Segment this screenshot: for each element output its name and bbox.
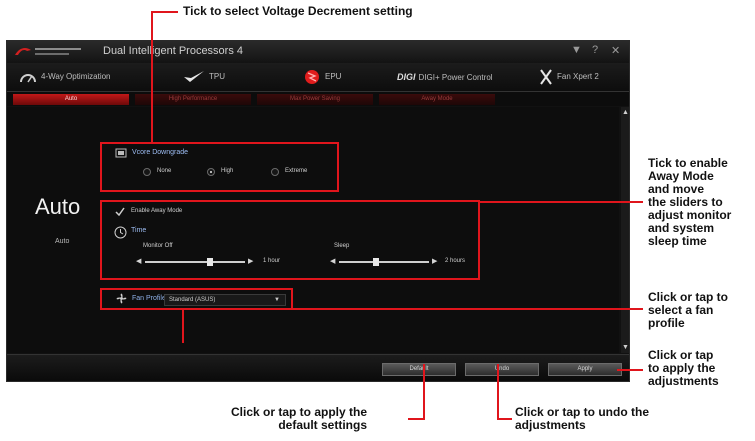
module-label: Fan Xpert 2	[557, 72, 599, 81]
undo-button[interactable]: Undo	[465, 363, 539, 376]
subtab-bar: Auto High Performance Max Power Saving A…	[7, 92, 629, 106]
digi-logo-icon: DIGI	[397, 72, 416, 82]
close-icon[interactable]: ✕	[611, 44, 620, 57]
apply-button[interactable]: Apply	[548, 363, 622, 376]
tab-away-mode[interactable]: Away Mode	[379, 94, 495, 105]
tab-max-power-saving[interactable]: Max Power Saving	[257, 94, 373, 105]
callout-line: default settings	[278, 418, 368, 432]
epu-icon	[305, 70, 319, 84]
checkmark-wing-icon	[184, 71, 204, 82]
callout-line: sleep time	[648, 234, 707, 248]
rog-logo-icon	[15, 47, 81, 55]
scroll-down-icon[interactable]: ▼	[622, 344, 629, 351]
scrollbar[interactable]: ▲ ▼	[621, 107, 629, 353]
highlight-vcore	[100, 142, 339, 192]
fan-x-icon	[540, 69, 552, 85]
module-label: 4-Way Optimization	[41, 72, 111, 81]
highlight-away-mode	[100, 200, 480, 280]
leader-apply-h	[617, 369, 643, 371]
mode-caption: Auto	[55, 238, 70, 245]
module-digi-power-control[interactable]: DIGI DIGI+ Power Control	[397, 68, 493, 86]
leader-fan-v	[182, 309, 184, 343]
callout-line: adjustments	[648, 374, 719, 388]
bottom-bar: Default Undo Apply	[7, 354, 629, 381]
callout-voltage: Tick to select Voltage Decrement setting	[183, 4, 413, 18]
leader-undo-h	[497, 418, 512, 420]
leader-voltage-v	[151, 11, 153, 142]
callout-line: adjustments	[515, 418, 586, 432]
leader-voltage-h	[151, 11, 178, 13]
title-bar: Dual Intelligent Processors 4 ▼ ? ✕	[7, 41, 629, 63]
speedometer-icon	[20, 74, 36, 83]
callout-fan-profile: Click or tap to select a fan profile	[648, 291, 728, 330]
callout-line: profile	[648, 316, 685, 330]
module-bar: 4-Way Optimization TPU EPU DIGI DIGI+ Pow…	[7, 63, 629, 92]
module-tpu[interactable]: TPU	[183, 68, 225, 86]
app-window: Dual Intelligent Processors 4 ▼ ? ✕ 4-Wa…	[6, 40, 630, 382]
module-fan-xpert[interactable]: Fan Xpert 2	[539, 68, 599, 86]
leader-away-h	[479, 201, 643, 203]
callout-default: Click or tap to apply the default settin…	[231, 406, 367, 432]
tab-auto[interactable]: Auto	[13, 94, 129, 105]
scroll-up-icon[interactable]: ▲	[622, 109, 629, 116]
leader-undo-v	[497, 364, 499, 419]
mode-title: Auto	[35, 194, 81, 219]
module-label: EPU	[325, 72, 342, 81]
callout-away-mode: Tick to enable Away Mode and move the sl…	[648, 157, 731, 248]
default-button[interactable]: Default	[382, 363, 456, 376]
module-epu[interactable]: EPU	[303, 68, 341, 86]
callout-undo: Click or tap to undo the adjustments	[515, 406, 649, 432]
app-title: Dual Intelligent Processors 4	[103, 45, 244, 57]
leader-default-v	[423, 364, 425, 419]
highlight-fan-profile	[100, 288, 293, 310]
leader-default-h	[408, 418, 425, 420]
module-4way-optimization[interactable]: 4-Way Optimization	[19, 68, 111, 86]
callout-apply: Click or tap to apply the adjustments	[648, 349, 719, 388]
minimize-icon[interactable]: ▼	[571, 44, 582, 56]
help-icon[interactable]: ?	[592, 44, 598, 56]
leader-fan-h	[182, 308, 643, 310]
module-label: TPU	[209, 72, 225, 81]
module-label: DIGI+ Power Control	[418, 72, 493, 82]
